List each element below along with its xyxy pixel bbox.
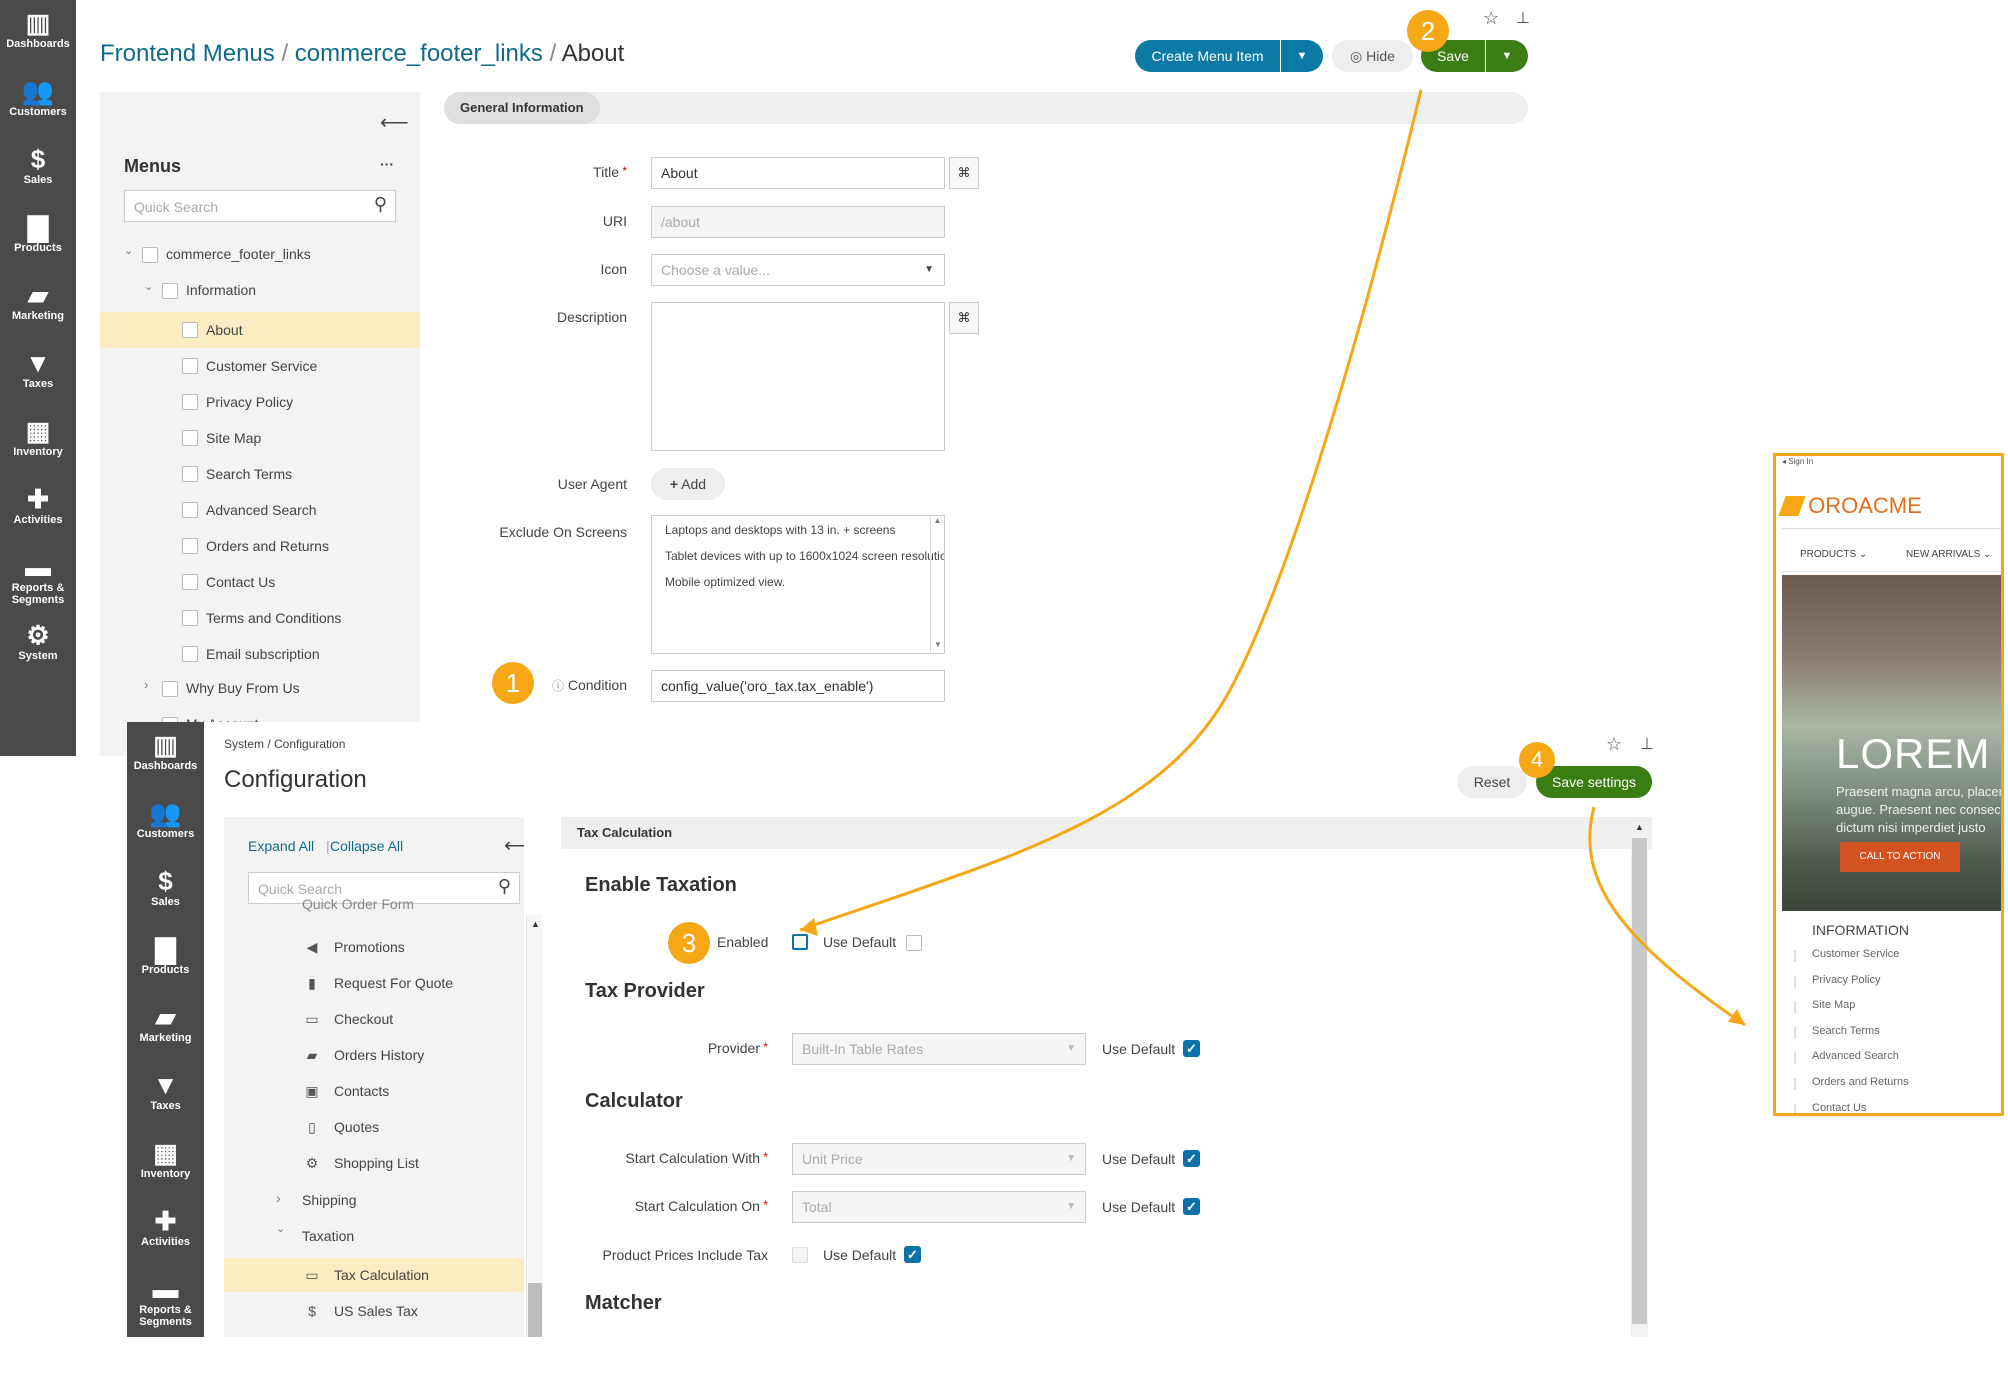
cfg-nav-system[interactable]: ⚙ System — [127, 1342, 204, 1384]
gear-icon: ⚙ — [153, 1342, 178, 1372]
arrow-save-to-enabled — [799, 89, 1423, 932]
flow-arrows — [799, 89, 1746, 1027]
arrow-save-settings-to-preview — [1588, 806, 1746, 1027]
arrowhead-preview — [1728, 1009, 1745, 1025]
arrowhead-enabled — [800, 918, 818, 936]
